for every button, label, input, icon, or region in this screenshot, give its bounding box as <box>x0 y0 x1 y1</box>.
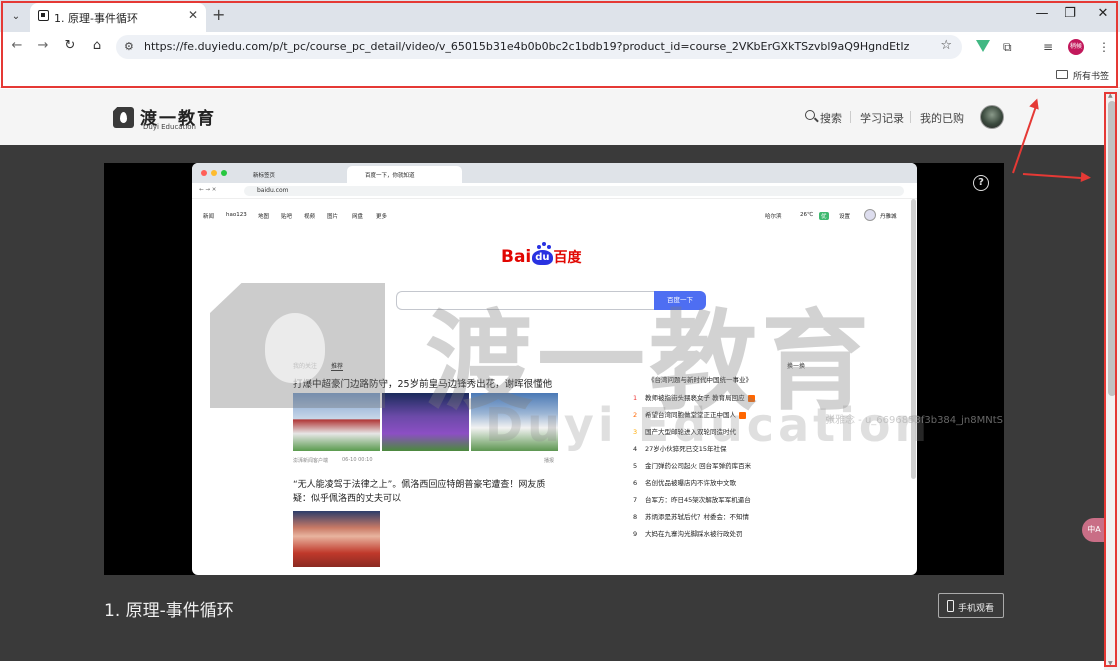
traffic-min-icon <box>211 170 217 176</box>
inner-tab-baidu: 百度一下，你就知道 <box>347 166 462 183</box>
hot-list-item: 7 台军方：昨日45架次解放军军机逼台 <box>633 496 751 504</box>
address-bar[interactable]: ⚙ https://fe.duyiedu.com/p/t_pc/course_p… <box>116 35 962 59</box>
inner-toolbar: ← → ✕ baidu.com <box>192 183 917 199</box>
baidu-nav-link: 图片 <box>327 214 339 220</box>
header-search-link[interactable]: 搜索 <box>820 110 842 126</box>
logo-subtext: Duyi Education <box>143 123 196 131</box>
hot-list-item: 5 金门弹药公司起火 回台军弹药库百米 <box>633 462 752 470</box>
baidu-avatar <box>864 209 876 221</box>
divider <box>910 111 911 123</box>
chrome-menu-icon[interactable]: ⋮ <box>1098 40 1110 54</box>
baidu-nav-link: hao123 <box>226 212 247 218</box>
news-time: 06-10 00:10 <box>342 457 373 463</box>
browser-tab-strip: ⌄ 1. 原理-事件循环 ✕ + — ❐ ✕ <box>0 0 1120 32</box>
reading-list-icon[interactable]: ≡ <box>1043 40 1053 54</box>
baidu-nav-link: 贴吧 <box>281 214 293 220</box>
header-purchased-link[interactable]: 我的已购 <box>920 110 964 126</box>
minimize-icon[interactable]: — <box>1032 6 1052 21</box>
site-header: 渡一教育 Duyi Education 搜索 学习记录 我的已购 <box>0 89 1104 145</box>
browser-tab-active[interactable]: 1. 原理-事件循环 ✕ <box>30 3 206 32</box>
baidu-aqi: 优 <box>819 212 829 220</box>
forward-arrow-icon[interactable]: → <box>34 38 52 53</box>
mobile-watch-label: 手机观看 <box>958 604 995 614</box>
vue-devtools-icon[interactable] <box>976 40 990 52</box>
tab-title: 1. 原理-事件循环 <box>54 12 138 25</box>
inner-url-text: baidu.com <box>257 187 289 194</box>
phone-icon <box>947 600 954 612</box>
hot-list-item: 1 教师被指街头猥亵女子 教育局回应 <box>633 392 755 402</box>
hot-list-item: 3 国产大型邮轮进入双轮同造时代 <box>633 428 736 436</box>
chrome-profile-avatar[interactable]: 稍候 <box>1068 39 1084 55</box>
mobile-watch-button[interactable]: 手机观看 <box>938 593 1004 618</box>
screen: ⌄ 1. 原理-事件循环 ✕ + — ❐ ✕ ← → ↻ ⌂ ⚙ https:/… <box>0 0 1120 670</box>
baidu-city: 哈尔滨 <box>765 214 782 220</box>
hot-refresh-link: 换一换 <box>787 363 806 370</box>
extensions-puzzle-icon[interactable]: ⧉ <box>1003 40 1012 55</box>
watermark-logo-icon <box>210 283 385 408</box>
page-bottom <box>0 661 1104 670</box>
folder-icon <box>1056 70 1068 79</box>
baidu-nav-link: 网盘 <box>352 214 364 220</box>
baidu-nav-link: 更多 <box>376 214 388 220</box>
hot-list-item: 2 希望台湾同胞做堂堂正正中国人 <box>633 409 746 419</box>
hot-topic-title: 《台湾问题与新时代中国统一事业》 <box>648 376 752 384</box>
traffic-max-icon <box>221 170 227 176</box>
duyi-logo-icon[interactable] <box>113 107 134 128</box>
divider <box>850 111 851 123</box>
inner-address-bar: baidu.com <box>244 186 904 196</box>
tab-close-icon[interactable]: ✕ <box>188 8 198 22</box>
news-thumbnail <box>293 511 380 567</box>
news-thumbnail <box>471 393 558 451</box>
annotation-arrowhead-icon <box>1080 172 1092 183</box>
scroll-down-arrow-icon[interactable]: ▼ <box>1108 660 1113 667</box>
baidu-nav-link: 新闻 <box>203 214 215 220</box>
baidu-logo: Bai du 百度 <box>501 247 582 267</box>
home-icon[interactable]: ⌂ <box>88 38 106 53</box>
hot-list-item: 8 苏炳添是苏轼后代？村委会：不知情 <box>633 513 749 521</box>
help-question-icon[interactable]: ? <box>973 175 989 191</box>
hot-list-item: 6 名创优品被曝店内不许放中文歌 <box>633 479 736 487</box>
all-bookmarks-link[interactable]: 所有书签 <box>1073 69 1109 82</box>
page-scrollbar-thumb[interactable] <box>1108 101 1116 396</box>
news-headline: “无人能凌驾于法律之上”。佩洛西回应特朗普豪宅遭查！网友质疑：似乎佩洛西的丈夫可… <box>293 480 546 504</box>
inner-tab-newtab: 新标签页 <box>253 173 276 179</box>
baidu-search-button: 百度一下 <box>654 291 706 310</box>
restore-icon[interactable]: ❐ <box>1060 6 1080 21</box>
url-text: https://fe.duyiedu.com/p/t_pc/course_pc_… <box>144 40 910 53</box>
baidu-search-input <box>396 291 654 310</box>
inner-tab-strip: 新标签页 百度一下，你就知道 <box>192 163 917 183</box>
hot-list-item: 4 27岁小伙猝死已交15年社保 <box>633 445 727 453</box>
baidu-settings: 设置 <box>839 214 851 220</box>
news-source: 澎湃新闻客户端 <box>293 458 329 464</box>
translate-float-button[interactable]: 中A <box>1082 518 1106 542</box>
baidu-temperature: 26℃ <box>800 212 814 218</box>
tab-favicon-icon <box>38 10 49 21</box>
site-info-icon[interactable]: ⚙ <box>124 40 134 53</box>
new-tab-plus-icon[interactable]: + <box>212 6 225 24</box>
news-thumbnail <box>382 393 469 451</box>
news-tag: 播报 <box>544 458 555 464</box>
header-history-link[interactable]: 学习记录 <box>860 110 904 126</box>
baidu-nav-link: 地图 <box>258 214 270 220</box>
browser-toolbar: ← → ↻ ⌂ ⚙ https://fe.duyiedu.com/p/t_pc/… <box>0 32 1120 62</box>
traffic-close-icon <box>201 170 207 176</box>
baidu-username: 丹雅城 <box>880 214 897 220</box>
reload-icon[interactable]: ↻ <box>61 38 79 53</box>
user-avatar[interactable] <box>980 105 1004 129</box>
search-icon[interactable] <box>805 110 815 120</box>
bookmarks-bar: 所有书签 <box>0 62 1120 88</box>
lesson-title: 1. 原理-事件循环 <box>104 601 234 621</box>
baidu-nav-link: 视频 <box>304 214 316 220</box>
back-arrow-icon[interactable]: ← <box>8 38 26 53</box>
inner-scrollbar <box>911 199 916 479</box>
scroll-up-arrow-icon[interactable]: ▲ <box>1108 92 1113 99</box>
tab-search-chevron-icon[interactable]: ⌄ <box>6 6 26 26</box>
bookmark-star-icon[interactable]: ☆ <box>940 38 952 53</box>
hot-list-item: 9 大妈在九寨沟光脚踩水被行政处罚 <box>633 530 743 538</box>
close-window-icon[interactable]: ✕ <box>1093 6 1113 21</box>
